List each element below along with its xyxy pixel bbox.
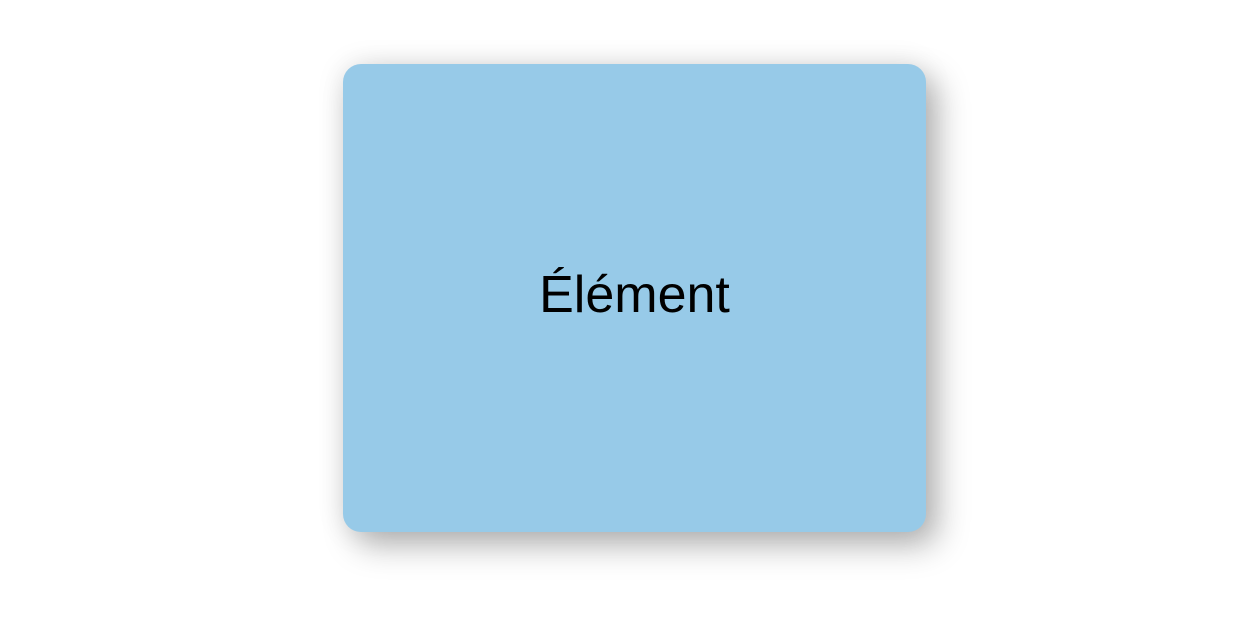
page-canvas: Élément [0,0,1238,622]
element-card[interactable]: Élément [343,64,926,532]
element-card-label: Élément [539,266,730,324]
